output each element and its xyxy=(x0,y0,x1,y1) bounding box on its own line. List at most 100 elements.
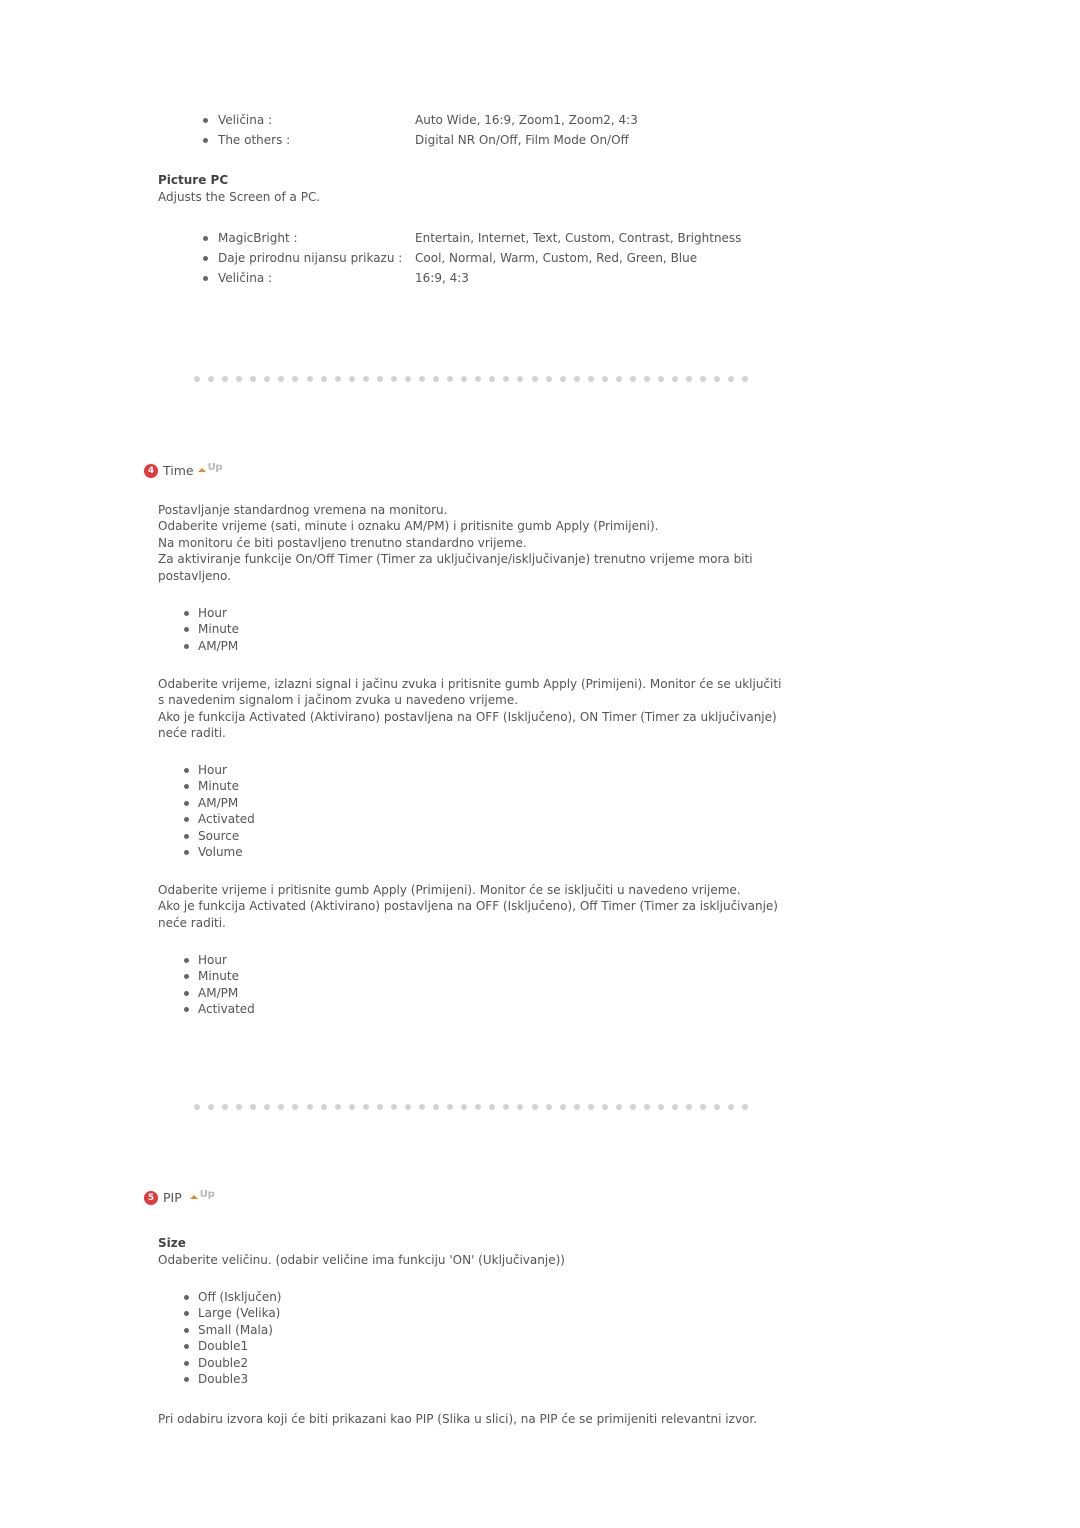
picture-pc-description: Adjusts the Screen of a PC. xyxy=(158,190,321,204)
separator-dot xyxy=(644,1104,650,1110)
list-item: Double3 xyxy=(183,1371,282,1387)
picture-pc-item-velicina: Veličina : 16:9, 4:3 xyxy=(0,270,1080,287)
separator-dot xyxy=(531,376,538,382)
separator-dot xyxy=(433,376,440,382)
separator-dot xyxy=(447,376,454,382)
list-item: Off (Isključen) xyxy=(183,1289,282,1305)
separator-dot xyxy=(404,376,411,382)
list-item: AM/PM xyxy=(183,985,255,1001)
paragraph-line: Odaberite vrijeme i pritisnite gumb Appl… xyxy=(158,883,741,897)
item-value: Digital NR On/Off, Film Mode On/Off xyxy=(415,133,629,147)
list-item: Activated xyxy=(183,811,255,827)
pip-section-title: PIP xyxy=(163,1189,182,1205)
list-item: Source xyxy=(183,828,255,844)
paragraph-line: Odaberite vrijeme (sati, minute i oznaku… xyxy=(158,519,659,534)
separator-dot xyxy=(672,1104,679,1110)
separator-dot xyxy=(742,376,749,382)
separator-dot xyxy=(587,1104,594,1110)
list-item: Minute xyxy=(183,778,255,794)
list-item: Double1 xyxy=(183,1338,282,1354)
separator-dot xyxy=(390,1104,397,1110)
separator-dot xyxy=(419,376,425,382)
up-label: Up xyxy=(199,1188,215,1200)
list-item: Activated xyxy=(183,1001,255,1017)
bullet-icon xyxy=(203,118,208,123)
separator-dot xyxy=(517,376,524,382)
separator-dot xyxy=(559,376,566,382)
separator-dot xyxy=(390,376,397,382)
list-item: Volume xyxy=(183,844,255,860)
number-5-icon: 5 xyxy=(144,1191,158,1205)
bullet-icon xyxy=(203,138,208,143)
separator-dot xyxy=(573,1104,580,1110)
separator-dot xyxy=(686,1104,693,1110)
on-timer-description: Odaberite vrijeme, izlazni signal i jači… xyxy=(158,676,788,742)
separator-dot xyxy=(615,376,622,382)
separator-dot xyxy=(728,376,735,382)
list-item: Small (Mala) xyxy=(183,1322,282,1338)
separator-dot xyxy=(419,1104,425,1110)
separator-dot xyxy=(376,376,383,382)
separator-dot xyxy=(320,376,327,382)
separator-dot xyxy=(503,1104,510,1110)
separator-dot xyxy=(517,1104,524,1110)
item-label: The others : xyxy=(218,133,291,147)
pip-footer-text: Pri odabiru izvora koji će biti prikazan… xyxy=(158,1412,758,1426)
pip-size-title: Size xyxy=(158,1236,186,1250)
picture-pc-title: Picture PC xyxy=(158,173,229,187)
picture-item-velicina: Veličina : Auto Wide, 16:9, Zoom1, Zoom2… xyxy=(0,112,1080,129)
separator-dot xyxy=(306,376,313,382)
separator-dot xyxy=(489,1104,496,1110)
paragraph-line: Odaberite vrijeme, izlazni signal i jači… xyxy=(158,677,782,708)
separator-dot xyxy=(292,1104,299,1110)
separator-dot xyxy=(222,1104,229,1110)
separator-dot xyxy=(742,1104,749,1110)
separator-dot xyxy=(264,376,271,382)
dotted-separator xyxy=(194,376,764,384)
separator-dot xyxy=(236,1104,243,1110)
separator-dot xyxy=(376,1104,383,1110)
separator-dot xyxy=(728,1104,735,1110)
separator-dot xyxy=(433,1104,440,1110)
separator-dot xyxy=(264,1104,271,1110)
separator-dot xyxy=(404,1104,411,1110)
picture-pc-item-color-tone: Daje prirodnu nijansu prikazu : Cool, No… xyxy=(0,250,1080,267)
up-link[interactable]: Up xyxy=(189,1189,215,1203)
number-4-icon: 4 xyxy=(144,464,158,478)
separator-dot xyxy=(194,1104,200,1110)
separator-dot xyxy=(714,376,721,382)
separator-dot xyxy=(545,376,552,382)
paragraph-line: Ako je funkcija Activated (Aktivirano) p… xyxy=(158,709,777,741)
item-label: Veličina : xyxy=(218,271,273,285)
item-value: Cool, Normal, Warm, Custom, Red, Green, … xyxy=(415,251,698,265)
separator-dot xyxy=(559,1104,566,1110)
bullet-icon xyxy=(203,236,208,241)
list-item: AM/PM xyxy=(183,638,239,654)
clock-set-list: Hour Minute AM/PM xyxy=(183,605,239,654)
separator-dot xyxy=(208,376,215,382)
separator-dot xyxy=(658,376,665,382)
separator-dot xyxy=(615,1104,622,1110)
paragraph-line: Za aktiviranje funkcije On/Off Timer (Ti… xyxy=(158,552,753,583)
separator-dot xyxy=(686,376,693,382)
separator-dot xyxy=(236,376,243,382)
separator-dot xyxy=(334,376,341,382)
paragraph-line: Postavljanje standardnog vremena na moni… xyxy=(158,503,448,517)
separator-dot xyxy=(250,1104,257,1110)
separator-dot xyxy=(700,376,707,382)
up-link[interactable]: Up xyxy=(197,462,223,476)
separator-dot xyxy=(587,376,594,382)
separator-dot xyxy=(194,376,200,382)
item-value: 16:9, 4:3 xyxy=(415,271,469,285)
list-item: Hour xyxy=(183,762,255,778)
separator-dot xyxy=(447,1104,454,1110)
separator-dot xyxy=(475,376,482,382)
item-value: Entertain, Internet, Text, Custom, Contr… xyxy=(415,231,742,245)
picture-item-others: The others : Digital NR On/Off, Film Mod… xyxy=(0,132,1080,149)
separator-dot xyxy=(545,1104,552,1110)
separator-dot xyxy=(714,1104,721,1110)
separator-dot xyxy=(475,1104,482,1110)
separator-dot xyxy=(348,1104,355,1110)
up-arrow-icon xyxy=(189,1194,198,1199)
list-item: Minute xyxy=(183,968,255,984)
